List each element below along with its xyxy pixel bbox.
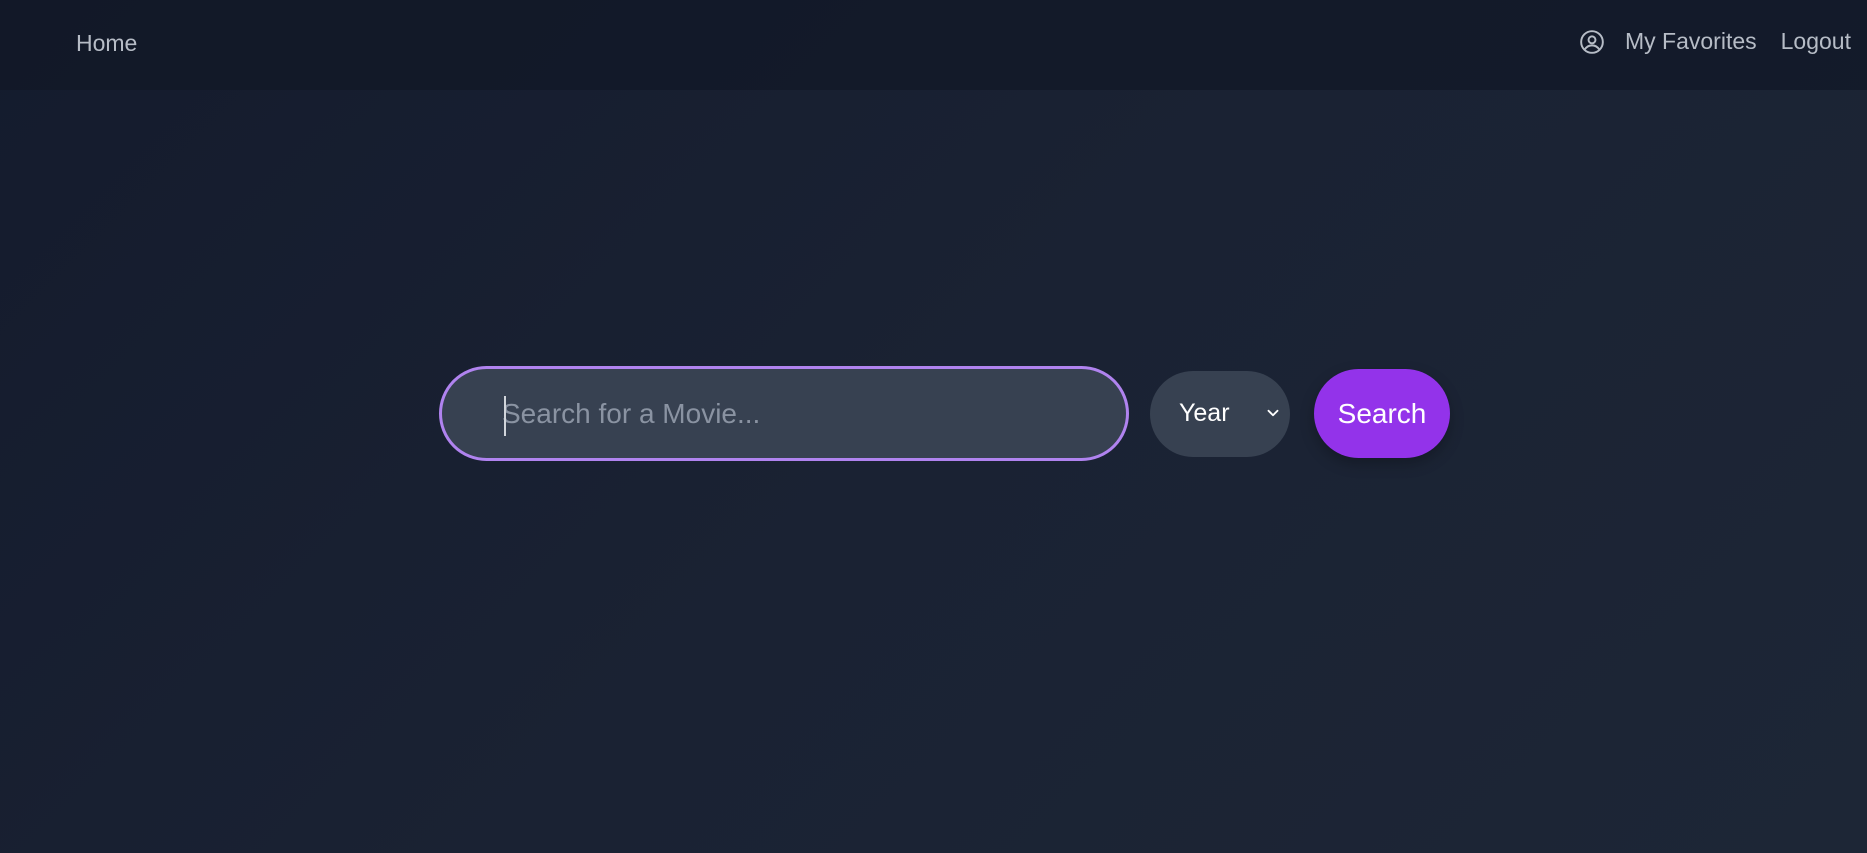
nav-favorites-link[interactable]: My Favorites [1625, 28, 1757, 55]
nav-home-link[interactable]: Home [76, 30, 137, 57]
nav-logout-link[interactable]: Logout [1781, 28, 1851, 55]
nav-right-group: My Favorites Logout [1579, 28, 1851, 55]
top-navbar: Home My Favorites Logout [0, 0, 1867, 90]
search-field-container[interactable] [439, 366, 1129, 461]
year-select[interactable]: Year [1150, 370, 1290, 457]
year-select-value: Year [1179, 399, 1230, 427]
movie-search-input[interactable] [502, 388, 1062, 439]
text-cursor [504, 396, 506, 436]
search-form: Year Search [439, 366, 1450, 461]
user-circle-icon[interactable] [1579, 29, 1605, 55]
chevron-down-icon [1264, 404, 1282, 422]
search-button[interactable]: Search [1314, 369, 1450, 458]
